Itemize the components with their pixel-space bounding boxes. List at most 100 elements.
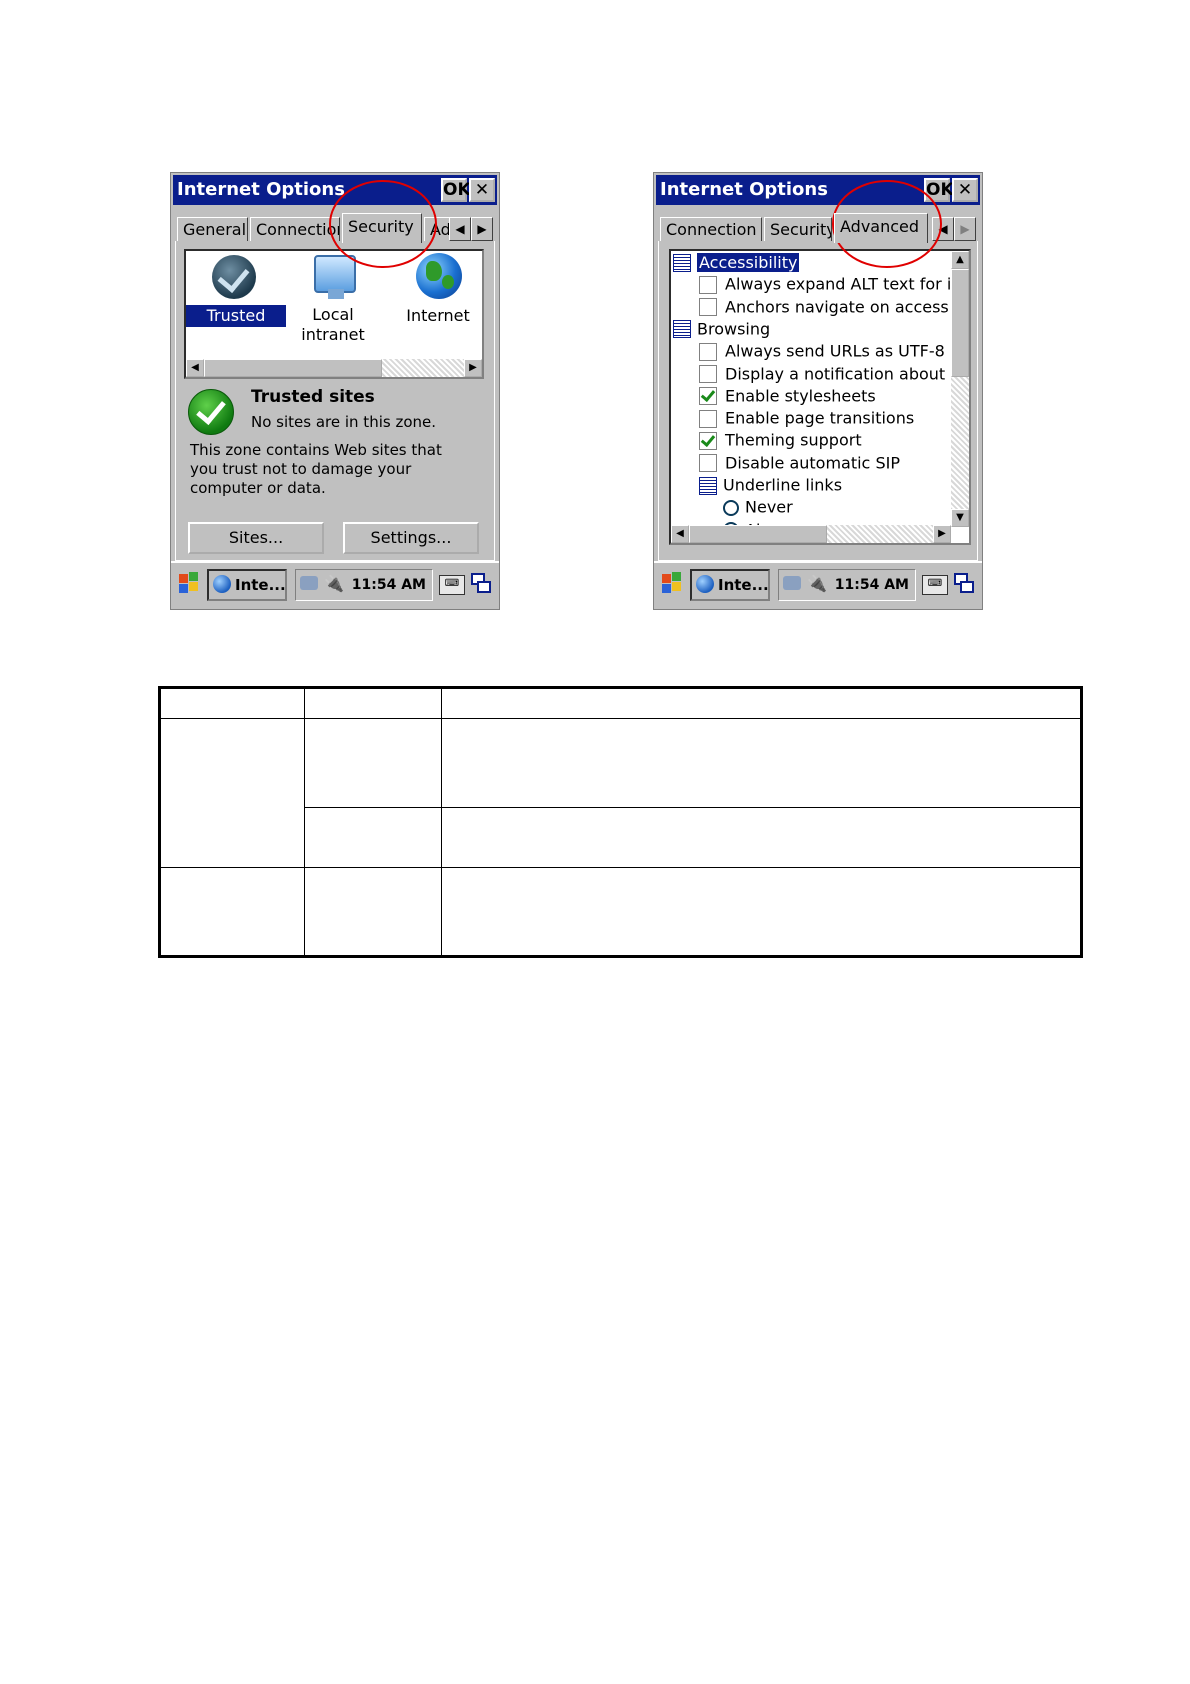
table-header-cell xyxy=(159,687,305,719)
setting-checkbox[interactable]: Disable automatic SIP xyxy=(699,452,900,474)
tab-advanced[interactable]: Advanced xyxy=(834,213,928,243)
zone-title: Trusted sites xyxy=(251,387,375,407)
window-title: Internet Options xyxy=(660,179,828,200)
setting-checkbox[interactable]: Enable stylesheets xyxy=(699,385,876,407)
settings-group[interactable]: Browsing xyxy=(673,318,770,340)
setting-radio[interactable]: Never xyxy=(723,496,793,518)
setting-checkbox[interactable]: Always expand ALT text for ir xyxy=(699,273,951,295)
setting-label: Underline links xyxy=(723,475,843,495)
setting-checkbox[interactable]: Enable page transitions xyxy=(699,407,914,429)
setting-label: Disable automatic SIP xyxy=(725,453,900,473)
advanced-settings-tree[interactable]: Accessibility Always expand ALT text for … xyxy=(669,249,971,545)
window-title: Internet Options xyxy=(177,179,345,200)
network-icon[interactable] xyxy=(783,576,801,590)
tab-scroll-right-icon[interactable]: ▶ xyxy=(954,217,976,241)
power-plug-icon[interactable]: 🔌 xyxy=(807,574,827,593)
zone-list[interactable]: Trusted sites Local intranet Internet ◀ … xyxy=(184,249,484,379)
checkbox[interactable] xyxy=(699,409,717,428)
checkbox[interactable] xyxy=(699,365,717,383)
zone-local-intranet-label[interactable]: Local intranet xyxy=(298,305,368,345)
tab-connection[interactable]: Connection xyxy=(660,217,762,241)
close-button[interactable]: ✕ xyxy=(952,178,978,202)
setting-label: Browsing xyxy=(697,319,771,339)
setting-checkbox[interactable]: Anchors navigate on access k xyxy=(699,296,951,318)
network-icon[interactable] xyxy=(300,576,318,590)
setting-checkbox[interactable]: Always send URLs as UTF-8 xyxy=(699,340,945,362)
setting-checkbox[interactable]: Display a notification about ev xyxy=(699,363,951,385)
checkbox[interactable] xyxy=(699,454,717,473)
setting-label: Accessibility xyxy=(697,252,800,272)
power-plug-icon[interactable]: 🔌 xyxy=(324,574,344,593)
checkbox[interactable] xyxy=(699,431,717,450)
title-bar: Internet Options OK ✕ xyxy=(173,175,497,205)
computer-globe-icon[interactable] xyxy=(314,255,356,293)
security-panel: Trusted sites Local intranet Internet ◀ … xyxy=(175,241,495,561)
table-cell xyxy=(441,867,1082,957)
horizontal-scrollbar[interactable]: ◀ ▶ xyxy=(671,525,951,543)
ie-globe-icon xyxy=(213,575,231,593)
desktop-windows-icon[interactable] xyxy=(471,573,493,595)
keyboard-icon[interactable]: ⌨ xyxy=(439,575,465,595)
task-label: Inte... xyxy=(718,576,769,594)
checkbox[interactable] xyxy=(699,387,717,406)
zone-description: This zone contains Web sites that you tr… xyxy=(190,441,442,497)
scroll-up-icon[interactable]: ▲ xyxy=(951,251,969,269)
keyboard-icon[interactable]: ⌨ xyxy=(922,575,948,595)
tab-scroll-left-icon[interactable]: ◀ xyxy=(449,217,471,241)
sites-button[interactable]: Sites... xyxy=(188,522,324,554)
zone-list-scrollbar[interactable]: ◀ ▶ xyxy=(186,359,482,377)
close-button[interactable]: ✕ xyxy=(469,178,495,202)
zone-internet-label[interactable]: Internet xyxy=(398,305,478,327)
scroll-right-icon[interactable]: ▶ xyxy=(933,525,951,543)
taskbar: Inte... 🔌 11:54 AM ⌨ xyxy=(654,561,982,609)
document-table xyxy=(158,686,1083,958)
checkbox[interactable] xyxy=(699,275,717,294)
clock[interactable]: 11:54 AM xyxy=(835,570,909,600)
scroll-thumb[interactable] xyxy=(951,269,969,377)
start-windows-icon[interactable] xyxy=(177,571,201,597)
scroll-thumb[interactable] xyxy=(204,359,382,377)
scroll-thumb[interactable] xyxy=(689,525,827,543)
settings-subgroup[interactable]: Underline links xyxy=(699,474,842,496)
setting-label: Never xyxy=(745,497,793,517)
tab-security[interactable]: Security xyxy=(342,213,422,243)
clock[interactable]: 11:54 AM xyxy=(352,570,426,600)
settings-list: Accessibility Always expand ALT text for … xyxy=(671,251,951,527)
advanced-panel: Accessibility Always expand ALT text for … xyxy=(658,241,978,561)
table-header-cell xyxy=(304,687,442,719)
table-cell xyxy=(304,867,442,957)
tab-connection[interactable]: Connection xyxy=(250,217,340,241)
ok-button[interactable]: OK xyxy=(441,178,471,202)
tab-security[interactable]: Security xyxy=(764,217,832,241)
setting-label: Enable stylesheets xyxy=(725,386,876,406)
setting-label: Always expand ALT text for ir xyxy=(725,274,951,294)
trusted-sites-icon[interactable] xyxy=(212,255,256,299)
internet-options-window-advanced: Internet Options OK ✕ Connection Securit… xyxy=(653,172,983,610)
vertical-scrollbar[interactable]: ▲ ▼ xyxy=(951,251,969,527)
tab-general[interactable]: General xyxy=(177,217,248,241)
settings-button[interactable]: Settings... xyxy=(343,522,479,554)
start-windows-icon[interactable] xyxy=(660,571,684,597)
zone-status: No sites are in this zone. xyxy=(251,413,437,431)
scroll-right-icon[interactable]: ▶ xyxy=(464,359,482,377)
setting-label: Enable page transitions xyxy=(725,408,915,428)
scroll-down-icon[interactable]: ▼ xyxy=(951,509,969,527)
settings-group[interactable]: Accessibility xyxy=(673,251,800,273)
check-icon xyxy=(188,389,234,435)
zone-trusted-sites-label[interactable]: Trusted sites xyxy=(186,305,286,347)
checkbox[interactable] xyxy=(699,298,717,317)
globe-icon[interactable] xyxy=(416,253,462,299)
checkbox[interactable] xyxy=(699,342,717,361)
system-tray: 🔌 11:54 AM xyxy=(295,569,433,601)
radio-button[interactable] xyxy=(723,499,739,516)
setting-checkbox[interactable]: Theming support xyxy=(699,429,862,451)
scroll-left-icon[interactable]: ◀ xyxy=(186,359,204,377)
scroll-left-icon[interactable]: ◀ xyxy=(671,525,689,543)
desktop-windows-icon[interactable] xyxy=(954,573,976,595)
table-header-cell xyxy=(441,687,1082,719)
task-internet-explorer[interactable]: Inte... xyxy=(690,569,770,601)
group-list-icon xyxy=(699,476,717,495)
table-cell xyxy=(441,807,1082,868)
task-internet-explorer[interactable]: Inte... xyxy=(207,569,287,601)
tab-scroll-right-icon[interactable]: ▶ xyxy=(471,217,493,241)
